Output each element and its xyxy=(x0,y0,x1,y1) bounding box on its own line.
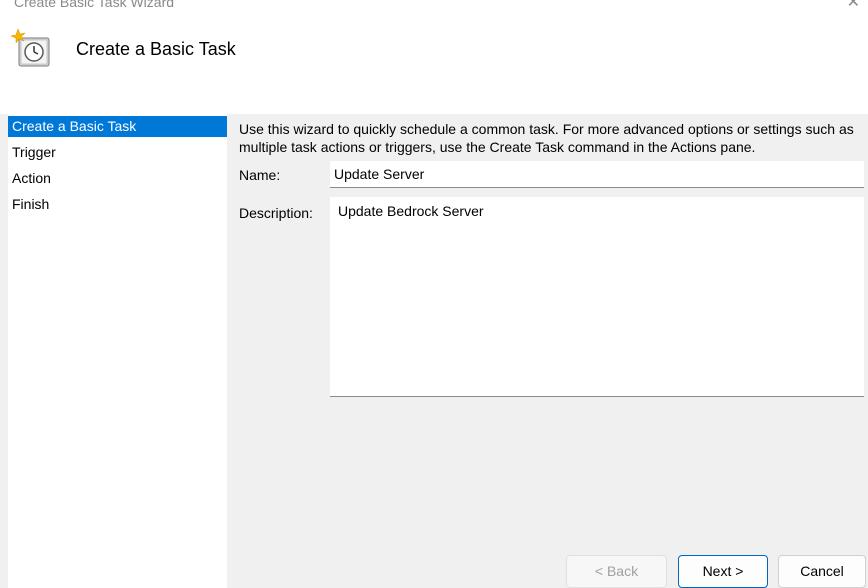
step-finish[interactable]: Finish xyxy=(8,194,227,215)
wizard-header: Create a Basic Task xyxy=(0,12,868,114)
cancel-button[interactable]: Cancel xyxy=(778,555,866,588)
wizard-intro-text: Use this wizard to quickly schedule a co… xyxy=(239,121,854,155)
window-title: Create Basic Task Wizard xyxy=(14,0,175,10)
step-trigger[interactable]: Trigger xyxy=(8,142,227,163)
next-button[interactable]: Next > xyxy=(678,555,768,588)
clock-task-icon xyxy=(11,29,50,67)
step-create-basic-task[interactable]: Create a Basic Task xyxy=(8,116,227,137)
description-field[interactable]: Update Bedrock Server xyxy=(330,197,864,397)
title-bar: Create Basic Task Wizard ✕ xyxy=(0,0,868,12)
back-button[interactable]: < Back xyxy=(566,555,667,588)
steps-pane: Create a Basic Task Trigger Action Finis… xyxy=(8,114,227,588)
name-label: Name: xyxy=(239,167,281,183)
page-title: Create a Basic Task xyxy=(76,39,236,59)
description-label: Description: xyxy=(239,205,313,221)
name-field[interactable] xyxy=(330,161,864,188)
step-action[interactable]: Action xyxy=(8,168,227,189)
close-icon[interactable]: ✕ xyxy=(847,0,860,12)
